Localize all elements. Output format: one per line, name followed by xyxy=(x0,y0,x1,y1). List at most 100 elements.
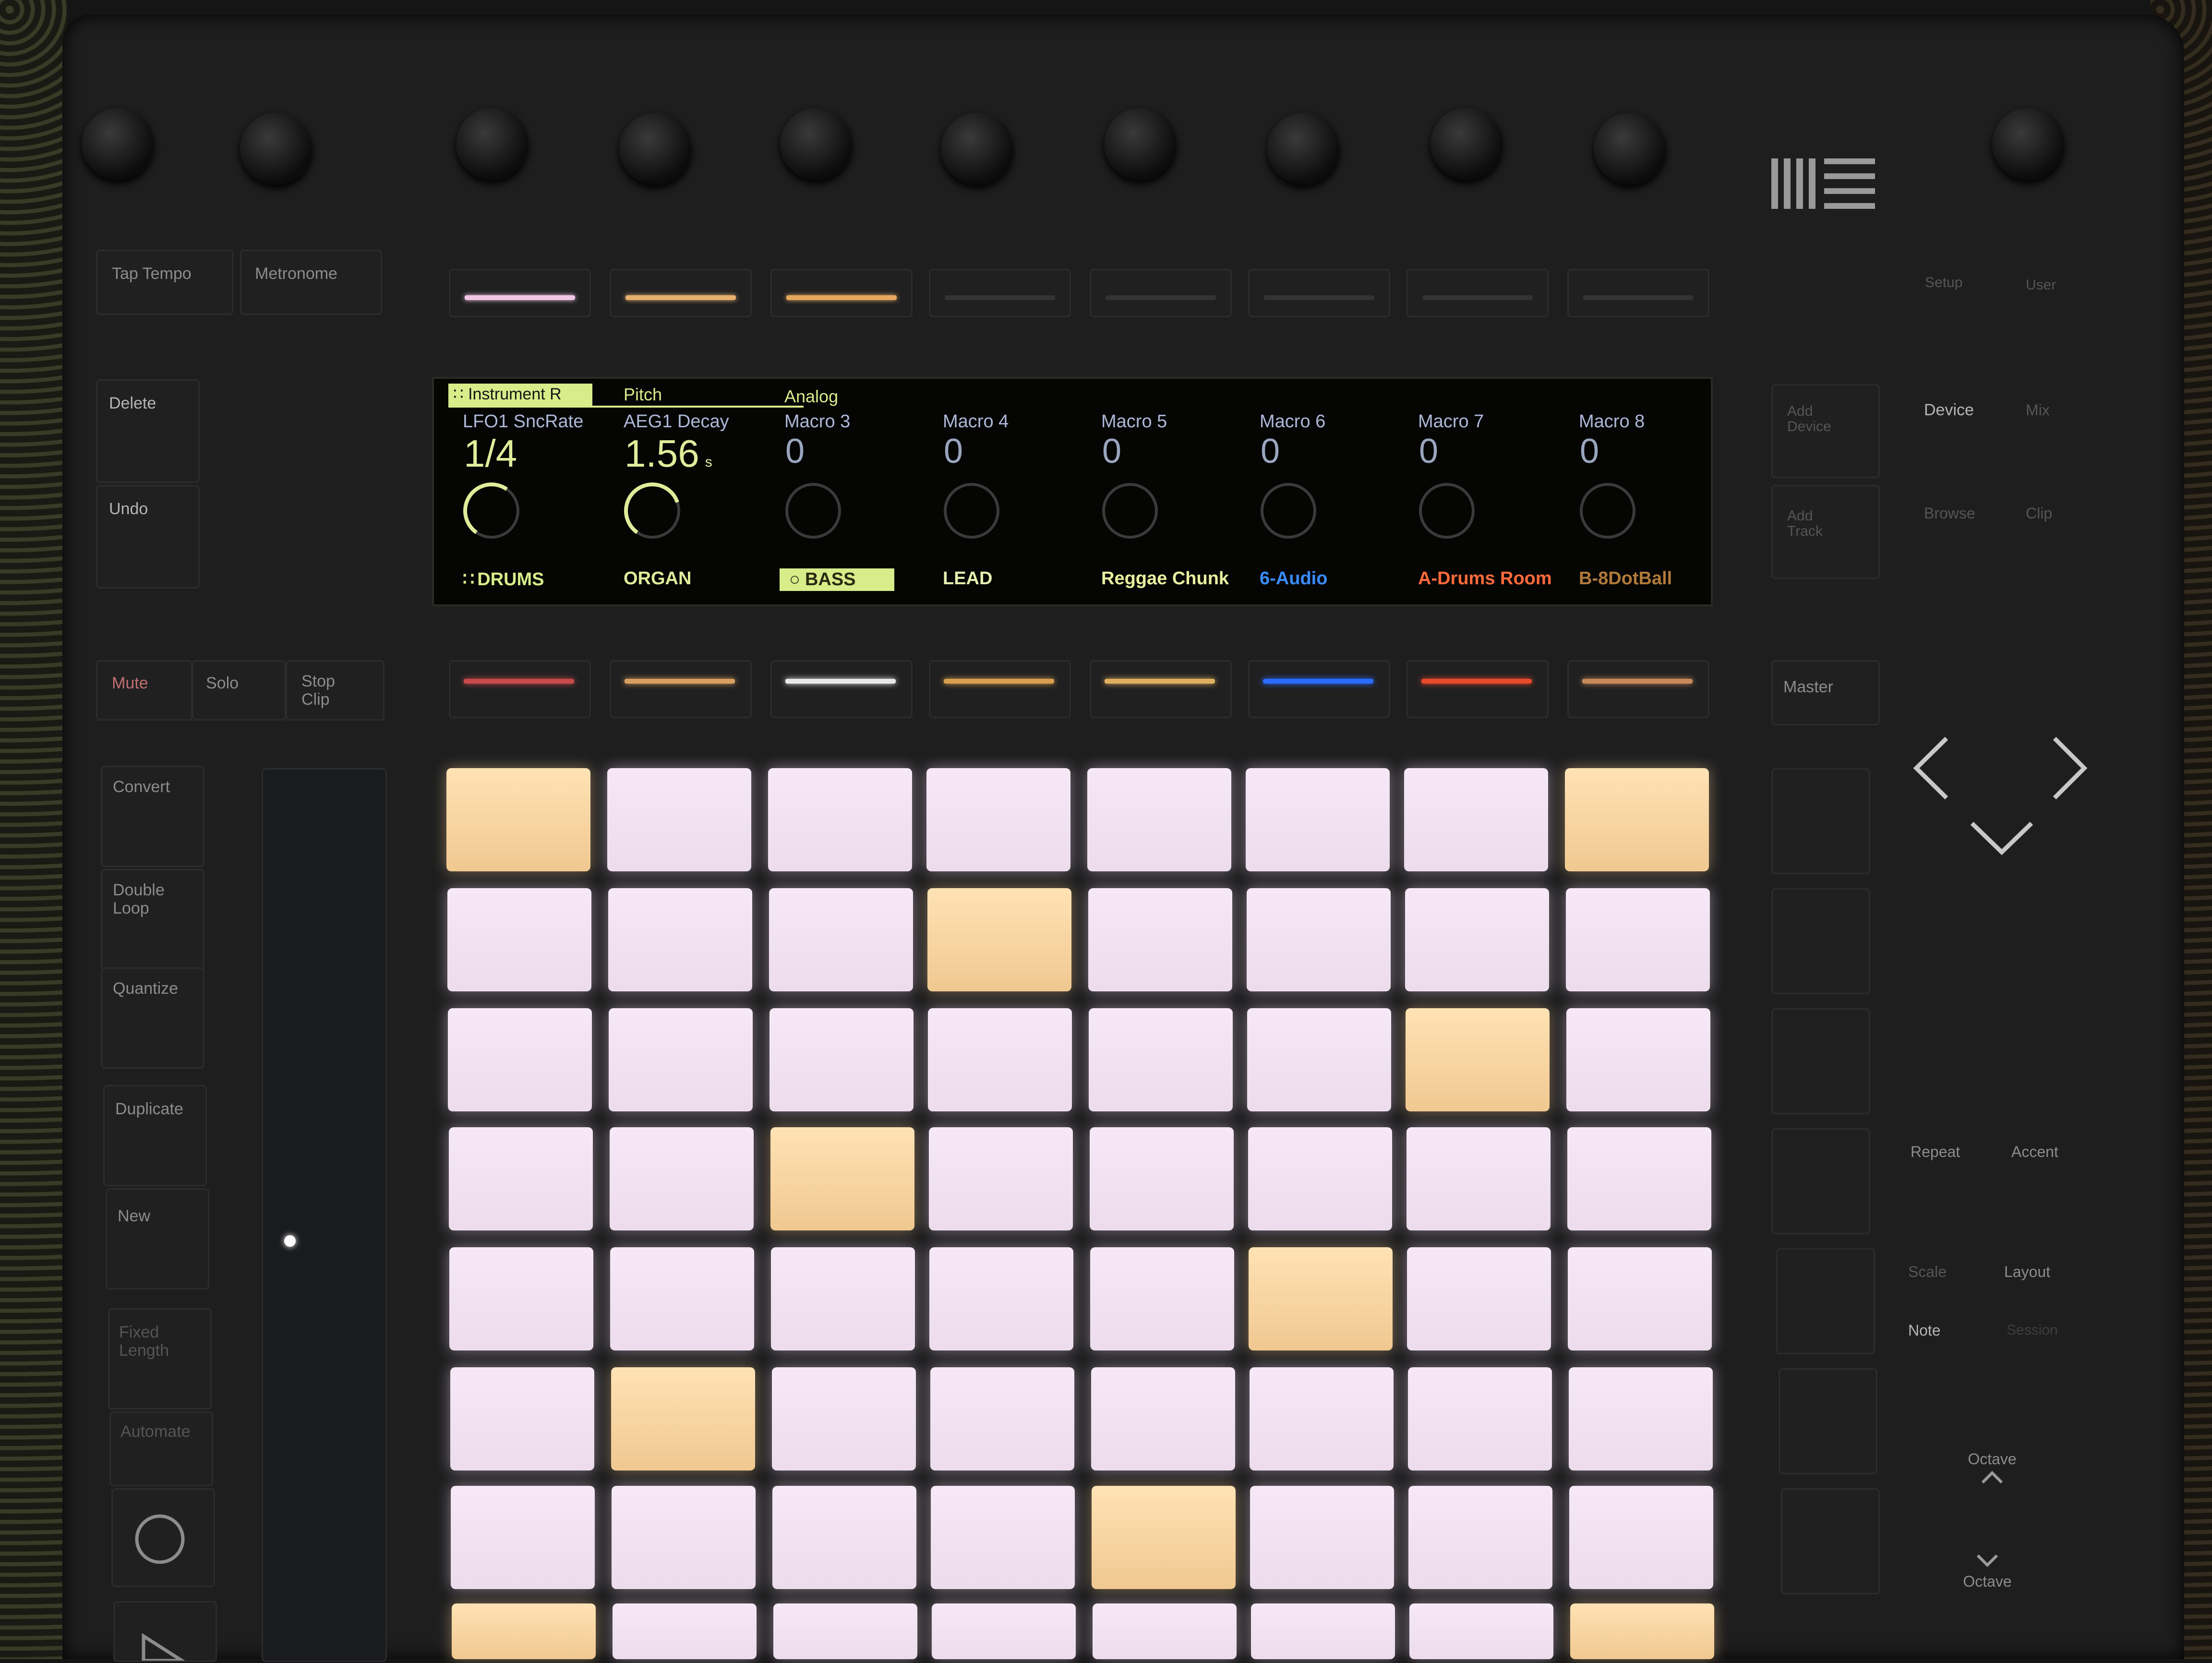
pad-button[interactable] xyxy=(769,1008,914,1111)
pad-button[interactable] xyxy=(611,1367,755,1470)
layout-button[interactable]: Layout xyxy=(2004,1263,2050,1281)
pad-button[interactable] xyxy=(1250,1486,1394,1589)
pad-button[interactable] xyxy=(1251,1603,1395,1659)
pad-button[interactable] xyxy=(452,1603,596,1659)
pad-button[interactable] xyxy=(447,888,591,991)
track-select-button[interactable] xyxy=(929,660,1071,718)
pad-button[interactable] xyxy=(446,768,590,871)
clip-button[interactable]: Clip xyxy=(2026,504,2052,522)
upper-select-button[interactable] xyxy=(1567,269,1709,317)
arrow-down-icon[interactable] xyxy=(1970,821,2033,856)
param-dial-icon[interactable] xyxy=(1574,477,1641,544)
pad-button[interactable] xyxy=(1408,1367,1552,1470)
track-name[interactable]: B-8DotBall xyxy=(1579,568,1672,589)
pad-button[interactable] xyxy=(1091,1367,1235,1470)
pad-button[interactable] xyxy=(929,1247,1073,1350)
param-dial-icon[interactable] xyxy=(1413,477,1480,544)
pad-button[interactable] xyxy=(448,1008,592,1111)
pad-button[interactable] xyxy=(769,888,913,991)
pad-button[interactable] xyxy=(1247,888,1391,991)
octave-down-button[interactable]: Octave xyxy=(1954,1551,2021,1591)
arrow-left-icon[interactable] xyxy=(1913,736,1948,800)
track-select-button[interactable] xyxy=(1090,660,1232,718)
mix-button[interactable]: Mix xyxy=(2026,401,2050,419)
pad-button[interactable] xyxy=(1087,768,1231,871)
pad-button[interactable] xyxy=(931,1486,1075,1589)
repeat-button[interactable]: Repeat xyxy=(1911,1143,1960,1161)
pad-button[interactable] xyxy=(1569,1486,1713,1589)
upper-select-button[interactable] xyxy=(1407,269,1549,317)
convert-button[interactable]: Convert xyxy=(101,766,204,867)
track-select-button[interactable] xyxy=(770,660,913,718)
scene-button-7[interactable] xyxy=(1781,1488,1880,1594)
pad-button[interactable] xyxy=(610,1247,754,1350)
pad-button[interactable] xyxy=(773,1603,917,1659)
pad-button[interactable] xyxy=(1406,1008,1550,1111)
pad-button[interactable] xyxy=(1089,1008,1233,1111)
encoder-knob[interactable] xyxy=(619,113,691,185)
add-device-button[interactable]: Add Device xyxy=(1771,384,1880,478)
pad-button[interactable] xyxy=(1566,888,1710,991)
pad-button[interactable] xyxy=(772,1367,916,1470)
track-select-button[interactable] xyxy=(610,660,752,718)
user-button[interactable]: User xyxy=(2026,276,2056,294)
browse-button[interactable]: Browse xyxy=(1924,504,1975,522)
encoder-knob[interactable] xyxy=(1992,108,2064,180)
param-dial-icon[interactable] xyxy=(938,477,1005,544)
pad-button[interactable] xyxy=(1247,1008,1391,1111)
pad-button[interactable] xyxy=(929,1127,1073,1230)
pad-button[interactable] xyxy=(1093,1603,1237,1659)
track-name[interactable]: ORGAN xyxy=(624,568,691,589)
pad-button[interactable] xyxy=(1088,888,1232,991)
pad-button[interactable] xyxy=(1569,1367,1713,1470)
master-button[interactable]: Master xyxy=(1771,660,1880,725)
arrow-right-icon[interactable] xyxy=(2053,736,2088,800)
track-select-button[interactable] xyxy=(1407,660,1549,718)
pad-button[interactable] xyxy=(613,1603,757,1659)
delete-button[interactable]: Delete xyxy=(96,379,200,483)
track-name[interactable]: Reggae Chunk xyxy=(1101,568,1229,589)
encoder-knob[interactable] xyxy=(1104,108,1176,180)
setup-button[interactable]: Setup xyxy=(1925,274,1962,292)
pad-button[interactable] xyxy=(768,768,912,871)
encoder-knob[interactable] xyxy=(240,113,312,185)
automate-button[interactable]: Automate xyxy=(109,1411,213,1486)
touch-strip[interactable] xyxy=(262,768,387,1662)
pad-button[interactable] xyxy=(928,1008,1072,1111)
upper-select-button[interactable] xyxy=(770,269,913,317)
metronome-button[interactable]: Metronome xyxy=(240,250,382,315)
pad-button[interactable] xyxy=(1408,1486,1552,1589)
scene-button-3[interactable] xyxy=(1771,1008,1870,1114)
pad-button[interactable] xyxy=(1246,768,1390,871)
param-dial-icon[interactable] xyxy=(619,477,686,544)
scene-button-5[interactable] xyxy=(1776,1248,1875,1354)
pad-button[interactable] xyxy=(1404,768,1548,871)
track-select-button[interactable] xyxy=(449,660,591,718)
breadcrumb-analog[interactable]: Analog xyxy=(784,386,838,407)
pad-button[interactable] xyxy=(450,1367,594,1470)
scene-button-6[interactable] xyxy=(1779,1368,1877,1474)
upper-select-button[interactable] xyxy=(929,269,1071,317)
upper-select-button[interactable] xyxy=(610,269,752,317)
track-select-button[interactable] xyxy=(1567,660,1709,718)
pad-button[interactable] xyxy=(1407,1247,1551,1350)
breadcrumb-instrument[interactable]: ∷ Instrument R xyxy=(453,385,562,404)
scene-button-1[interactable] xyxy=(1771,768,1870,874)
upper-select-button[interactable] xyxy=(1090,269,1232,317)
pad-button[interactable] xyxy=(932,1603,1076,1659)
track-name[interactable]: LEAD xyxy=(943,568,992,589)
scene-button-4[interactable] xyxy=(1771,1128,1870,1234)
stop-clip-button[interactable]: Stop Clip xyxy=(286,660,385,721)
fixed-length-button[interactable]: Fixed Length xyxy=(108,1308,212,1410)
add-track-button[interactable]: Add Track xyxy=(1771,485,1880,579)
pad-button[interactable] xyxy=(926,768,1070,871)
pad-button[interactable] xyxy=(927,888,1071,991)
pad-button[interactable] xyxy=(930,1367,1074,1470)
encoder-knob[interactable] xyxy=(780,108,852,180)
pad-button[interactable] xyxy=(608,888,752,991)
pad-button[interactable] xyxy=(1405,888,1549,991)
pad-button[interactable] xyxy=(449,1127,593,1230)
scene-button-2[interactable] xyxy=(1771,888,1870,994)
pad-button[interactable] xyxy=(1249,1247,1393,1350)
pad-button[interactable] xyxy=(1568,1247,1712,1350)
